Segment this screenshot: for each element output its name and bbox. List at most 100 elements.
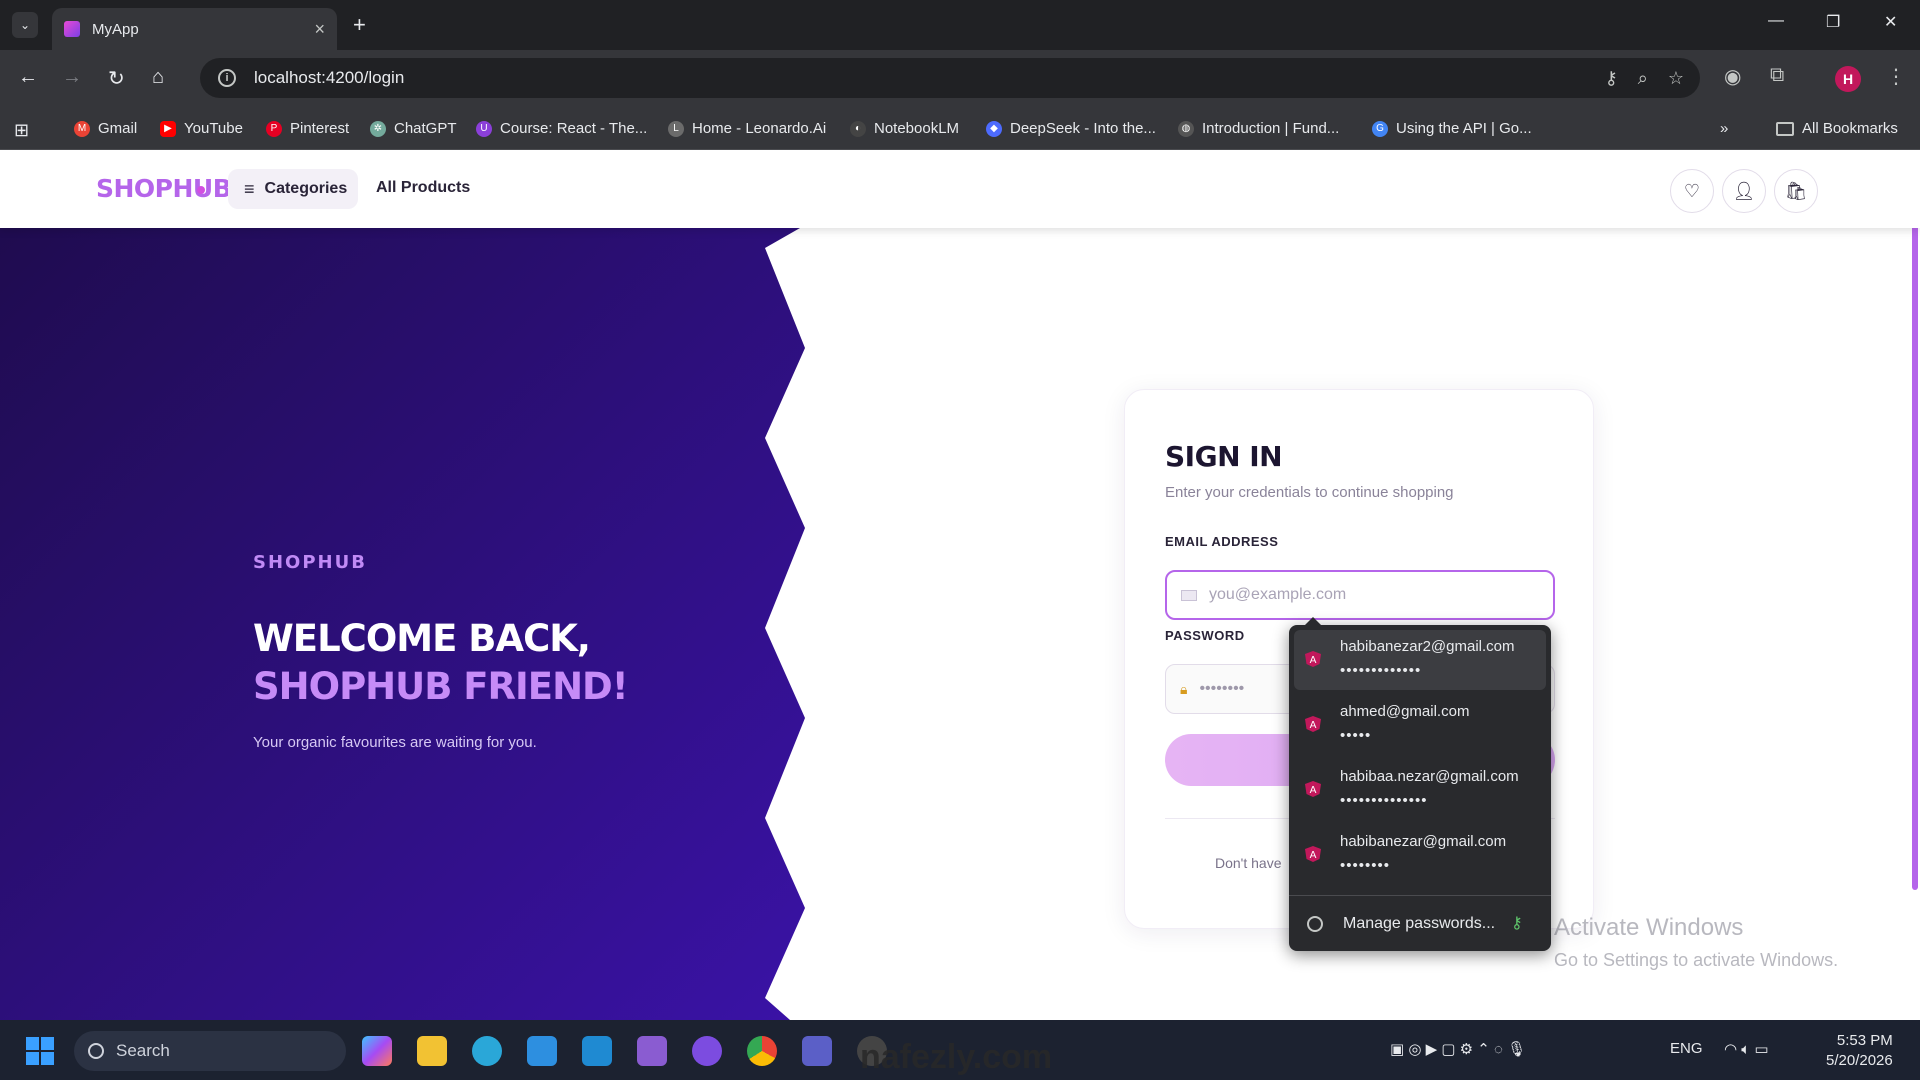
more-bookmarks-icon[interactable]: » — [1720, 120, 1728, 137]
folder-icon — [1776, 121, 1794, 136]
teams-icon[interactable] — [802, 1036, 832, 1066]
zoom-icon[interactable]: ⌕ — [1638, 68, 1648, 89]
extensions-puzzle-icon[interactable]: ⧉ — [1770, 64, 1784, 87]
bookmark-label: Using the API | Go... — [1396, 120, 1532, 137]
file-explorer-icon[interactable] — [417, 1036, 447, 1066]
language-indicator[interactable]: ENG — [1670, 1040, 1703, 1057]
autofill-item[interactable]: A habibanezar@gmail.com •••••••• — [1294, 825, 1546, 885]
app-navbar: SHOPHUB ≡ Categories All Products ♡ 👤︎ 🛍… — [0, 151, 1920, 228]
bookmark-leonardo[interactable]: L Home - Leonardo.Ai — [668, 120, 826, 137]
bookmark-course[interactable]: U Course: React - The... — [476, 120, 647, 137]
angular-icon: A — [1305, 781, 1321, 797]
bookmark-pinterest[interactable]: P Pinterest — [266, 120, 349, 137]
bookmark-youtube[interactable]: ▶ YouTube — [160, 120, 243, 137]
account-user-icon[interactable]: 👤︎ — [1722, 169, 1766, 213]
close-tab-icon[interactable]: × — [314, 19, 325, 40]
apps-grid-icon[interactable]: ⊞ — [14, 120, 29, 141]
windows-start-icon[interactable] — [26, 1037, 54, 1065]
bookmarks-bar: ⊞ M Gmail ▶ YouTube P Pinterest ✲ ChatGPT UC… — [0, 108, 1920, 150]
restore-icon[interactable]: ❐ — [1826, 12, 1840, 32]
bookmark-deepseek[interactable]: ◆ DeepSeek - Into the... — [986, 120, 1156, 137]
browser-tab-bar: ⌄ MyApp × + — ❐ ✕ — [0, 0, 1920, 50]
svg-text:A: A — [1310, 720, 1317, 731]
bookmark-label: DeepSeek - Into the... — [1010, 120, 1156, 137]
tray-icons[interactable]: ▣ ◎ ▶ ▢ ⚙ ⌃ ◌ 🎙︎ — [1390, 1040, 1526, 1058]
autofill-separator — [1289, 895, 1551, 896]
vscode-icon[interactable] — [582, 1036, 612, 1066]
close-window-icon[interactable]: ✕ — [1884, 12, 1897, 32]
chrome-icon[interactable] — [747, 1036, 777, 1066]
logo-dot — [197, 186, 205, 194]
bookmark-notebooklm[interactable]: ◐ NotebookLM — [850, 120, 959, 137]
autofill-item[interactable]: A ahmed@gmail.com ••••• — [1294, 695, 1546, 755]
taskbar-search[interactable]: Search — [74, 1031, 346, 1071]
categories-button[interactable]: ≡ Categories — [228, 169, 358, 209]
autofill-email: habibaa.nezar@gmail.com — [1340, 768, 1519, 785]
bookmark-label: Gmail — [98, 120, 138, 137]
categories-label: Categories — [264, 180, 348, 197]
manage-passwords-link[interactable]: Manage passwords... — [1343, 915, 1495, 933]
email-input[interactable] — [1209, 586, 1549, 604]
back-icon[interactable]: ← — [18, 66, 38, 89]
welcome-subtitle: Your organic favourites are waiting for … — [253, 734, 537, 751]
bookmark-star-icon[interactable]: ☆ — [1668, 68, 1684, 89]
bookmark-introduction[interactable]: ◍ Introduction | Fund... — [1178, 120, 1339, 137]
email-field[interactable] — [1165, 570, 1555, 620]
tab-search-button[interactable]: ⌄ — [12, 12, 38, 38]
autofill-email: habibanezar@gmail.com — [1340, 833, 1507, 850]
bookmark-gmail[interactable]: M Gmail — [74, 120, 137, 137]
app-icon[interactable] — [692, 1036, 722, 1066]
extension-icon[interactable]: ◉ — [1724, 64, 1741, 89]
minimize-icon[interactable]: — — [1768, 12, 1784, 30]
pinterest-icon: P — [266, 120, 282, 137]
app-icon[interactable] — [472, 1036, 502, 1066]
all-bookmarks-label: All Bookmarks — [1802, 120, 1898, 137]
clock-date: 5/20/2026 — [1826, 1052, 1893, 1069]
copilot-icon[interactable] — [362, 1036, 392, 1066]
tab-title: MyApp — [92, 20, 139, 38]
all-bookmarks-button[interactable]: All Bookmarks — [1776, 120, 1898, 137]
site-info-icon[interactable]: i — [218, 69, 236, 87]
password-autofill-popup: A habibanezar2@gmail.com ••••••••••••• A… — [1289, 625, 1551, 951]
google-password-icon — [1307, 916, 1323, 932]
reload-icon[interactable]: ↻ — [108, 66, 125, 91]
cart-bag-icon[interactable]: 🛍︎ — [1774, 169, 1818, 213]
ide-icon[interactable] — [527, 1036, 557, 1066]
visual-studio-icon[interactable] — [637, 1036, 667, 1066]
forward-icon[interactable]: → — [62, 66, 82, 89]
angular-icon: A — [1305, 716, 1321, 732]
address-bar[interactable]: i localhost:4200/login ⚷ ⌕ ☆ — [200, 58, 1700, 98]
browser-tab[interactable]: MyApp × — [52, 8, 337, 50]
bookmark-label: Home - Leonardo.Ai — [692, 120, 827, 137]
google-icon: G — [1372, 120, 1388, 137]
home-icon[interactable]: ⌂ — [152, 66, 164, 89]
system-clock[interactable]: 5:53 PM 5/20/2026 — [1826, 1031, 1893, 1071]
shophub-logo[interactable]: SHOPHUB — [96, 174, 232, 203]
autofill-item[interactable]: A habibaa.nezar@gmail.com •••••••••••••• — [1294, 760, 1546, 820]
chatgpt-icon: ✲ — [370, 120, 386, 137]
autofill-password: ••••• — [1340, 727, 1372, 744]
search-icon — [88, 1043, 104, 1059]
autofill-password: •••••••• — [1340, 857, 1391, 874]
signin-subtitle: Enter your credentials to continue shopp… — [1165, 484, 1454, 501]
bookmark-using-api[interactable]: G Using the API | Go... — [1372, 120, 1532, 137]
page-scrollbar[interactable] — [1912, 180, 1918, 890]
autofill-arrow — [1305, 617, 1321, 625]
activate-windows-subtitle: Go to Settings to activate Windows. — [1554, 950, 1839, 970]
menu-icon[interactable]: ⋮ — [1886, 64, 1906, 89]
wishlist-heart-icon[interactable]: ♡ — [1670, 169, 1714, 213]
bookmark-label: Introduction | Fund... — [1202, 120, 1340, 137]
url-text: localhost:4200/login — [254, 68, 405, 87]
activate-windows-title: Activate Windows — [1554, 914, 1744, 941]
course-icon: U — [476, 120, 492, 137]
password-key-icon[interactable]: ⚷ — [1605, 68, 1618, 89]
all-products-link[interactable]: All Products — [376, 179, 470, 197]
autofill-item[interactable]: A habibanezar2@gmail.com ••••••••••••• — [1294, 630, 1546, 690]
bookmark-chatgpt[interactable]: ✲ ChatGPT — [370, 120, 457, 137]
network-volume-battery-icons[interactable]: ◠ 🔈︎ ▭ — [1724, 1040, 1769, 1058]
new-tab-icon[interactable]: + — [353, 12, 366, 38]
profile-avatar[interactable]: H — [1835, 66, 1861, 92]
hero-brand: SHOPHUB — [253, 552, 367, 573]
password-value: •••••••• — [1199, 680, 1245, 697]
autofill-email: habibanezar2@gmail.com — [1340, 638, 1515, 655]
